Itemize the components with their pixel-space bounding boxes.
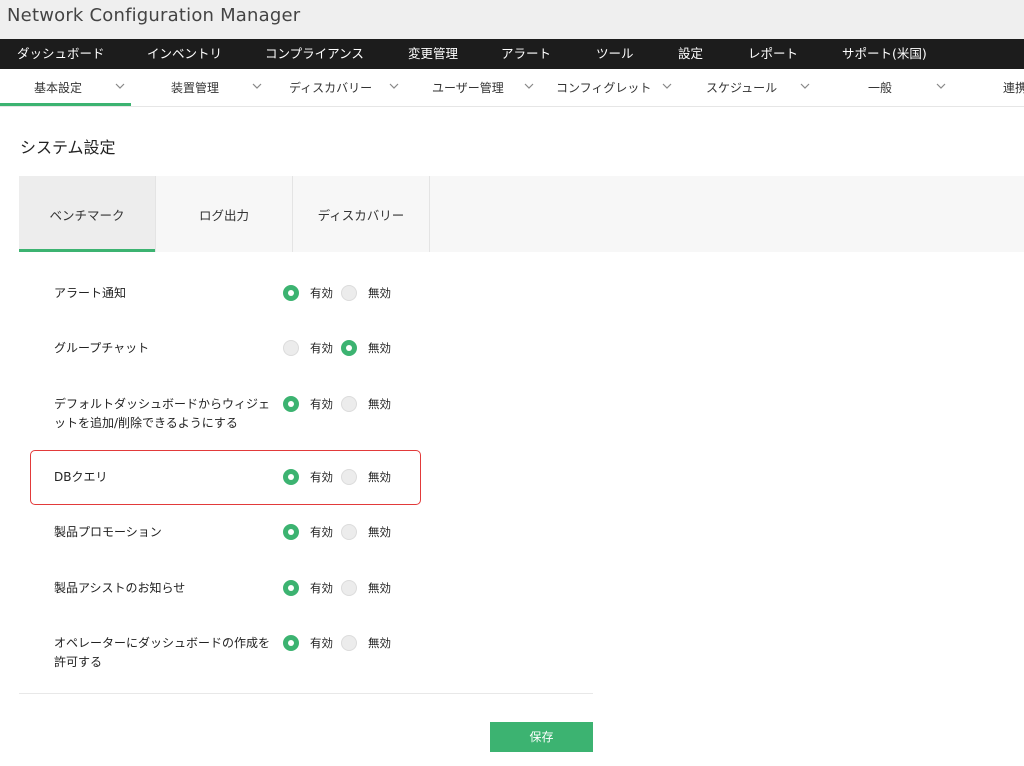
radio-enabled-label: 有効 [310, 525, 333, 539]
save-button[interactable]: 保存 [490, 722, 593, 752]
title-bar: Network Configuration Manager [0, 0, 1024, 39]
main-nav-inventory[interactable]: インベントリ [147, 39, 222, 69]
setting-label: DBクエリ [54, 470, 108, 484]
sub-nav-discovery[interactable]: ディスカバリー [271, 69, 406, 106]
setting-label: アラート通知 [54, 286, 127, 300]
sub-nav-label: ディスカバリー [289, 81, 373, 95]
radio-disabled[interactable] [341, 580, 357, 596]
setting-label: 製品プロモーション [54, 525, 162, 539]
main-nav-settings[interactable]: 設定 [678, 39, 703, 69]
main-nav: ダッシュボード インベントリ コンプライアンス 変更管理 アラート ツール 設定… [0, 39, 1024, 69]
sub-nav-label: 装置管理 [171, 81, 220, 95]
sub-nav-integration[interactable]: 連携 [955, 69, 1024, 106]
sub-nav-schedule[interactable]: スケジュール [675, 69, 815, 106]
radio-disabled-label: 無効 [368, 525, 391, 539]
main-nav-support[interactable]: サポート(米国) [842, 39, 927, 69]
radio-disabled[interactable] [341, 635, 357, 651]
chevron-down-icon [115, 83, 125, 89]
main-nav-change-management[interactable]: 変更管理 [408, 39, 458, 69]
radio-disabled-label: 無効 [368, 286, 391, 300]
radio-enabled[interactable] [283, 469, 299, 485]
radio-disabled[interactable] [341, 285, 357, 301]
radio-enabled[interactable] [283, 396, 299, 412]
main-nav-reports[interactable]: レポート [748, 39, 798, 69]
tab-strip: ベンチマーク ログ出力 ディスカバリー [19, 176, 1024, 252]
radio-disabled-label: 無効 [368, 341, 391, 355]
radio-enabled[interactable] [283, 635, 299, 651]
chevron-down-icon [252, 83, 262, 89]
setting-label: オペレーターにダッシュボードの作成を許可する [54, 636, 271, 669]
tab-log-output[interactable]: ログ出力 [156, 176, 293, 252]
sub-nav-basic-settings[interactable]: 基本設定 [0, 69, 131, 106]
tab-discovery[interactable]: ディスカバリー [293, 176, 430, 252]
setting-label: デフォルトダッシュボードからウィジェットを追加/削除できるようにする [54, 397, 271, 430]
setting-label: グループチャット [54, 341, 150, 355]
chevron-down-icon [800, 83, 810, 89]
radio-enabled[interactable] [283, 524, 299, 540]
sub-nav-label: スケジュール [706, 81, 778, 95]
chevron-down-icon [936, 83, 946, 89]
radio-disabled-label: 無効 [368, 397, 391, 411]
chevron-down-icon [389, 83, 399, 89]
tab-label: ディスカバリー [317, 208, 405, 223]
sub-nav-label: 基本設定 [34, 81, 83, 95]
radio-enabled-label: 有効 [310, 636, 333, 650]
chevron-down-icon [662, 83, 672, 89]
radio-enabled[interactable] [283, 285, 299, 301]
sub-nav-label: 一般 [868, 81, 893, 95]
radio-disabled[interactable] [341, 340, 357, 356]
tab-label: ベンチマーク [49, 208, 125, 223]
radio-enabled-label: 有効 [310, 581, 333, 595]
sub-nav-general[interactable]: 一般 [815, 69, 955, 106]
sub-nav-configlets[interactable]: コンフィグレット [540, 69, 675, 106]
page-title: システム設定 [20, 138, 116, 157]
radio-disabled-label: 無効 [368, 581, 391, 595]
main-nav-tools[interactable]: ツール [596, 39, 634, 69]
radio-enabled[interactable] [283, 580, 299, 596]
sub-nav: 基本設定 装置管理 ディスカバリー ユーザー管理 コンフィグレット スケジュール… [0, 69, 1024, 107]
radio-disabled-label: 無効 [368, 470, 391, 484]
setting-label: 製品アシストのお知らせ [54, 581, 186, 595]
main-nav-compliance[interactable]: コンプライアンス [265, 39, 364, 69]
radio-disabled[interactable] [341, 469, 357, 485]
radio-enabled-label: 有効 [310, 286, 333, 300]
radio-disabled-label: 無効 [368, 636, 391, 650]
main-nav-dashboard[interactable]: ダッシュボード [17, 39, 105, 69]
tab-benchmark[interactable]: ベンチマーク [19, 176, 156, 252]
app-title: Network Configuration Manager [7, 5, 301, 26]
sub-nav-device-management[interactable]: 装置管理 [131, 69, 271, 106]
radio-enabled[interactable] [283, 340, 299, 356]
sub-nav-label: ユーザー管理 [432, 81, 504, 95]
divider [19, 693, 593, 694]
sub-nav-user-management[interactable]: ユーザー管理 [406, 69, 540, 106]
tab-label: ログ出力 [198, 208, 249, 223]
radio-enabled-label: 有効 [310, 341, 333, 355]
sub-nav-label: コンフィグレット [556, 81, 652, 95]
chevron-down-icon [524, 83, 534, 89]
radio-disabled[interactable] [341, 396, 357, 412]
radio-enabled-label: 有効 [310, 397, 333, 411]
main-nav-alarms[interactable]: アラート [501, 39, 551, 69]
sub-nav-active-indicator [0, 103, 131, 106]
radio-disabled[interactable] [341, 524, 357, 540]
radio-enabled-label: 有効 [310, 470, 333, 484]
sub-nav-label: 連携 [1003, 81, 1024, 95]
